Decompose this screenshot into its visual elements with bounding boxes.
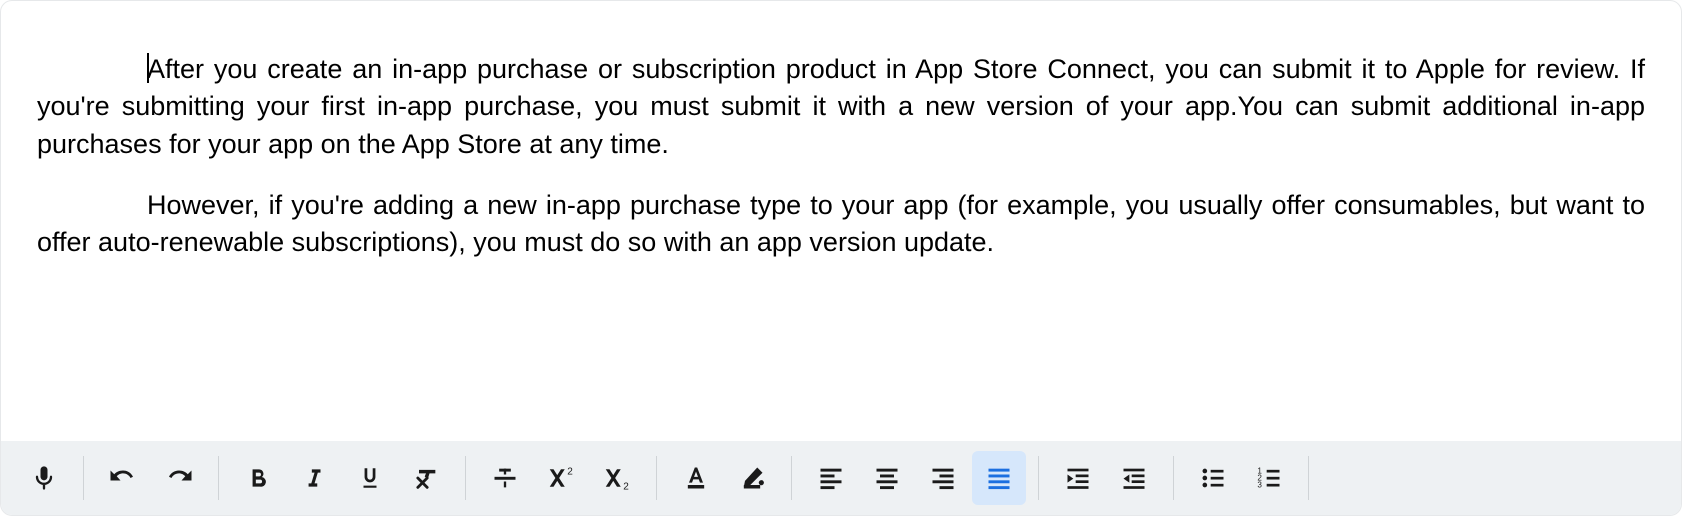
superscript-icon: 2 xyxy=(546,463,576,493)
underline-icon xyxy=(357,465,383,491)
align-right-icon xyxy=(929,464,957,492)
editor-toolbar: 2 2 xyxy=(1,441,1681,515)
paragraph-text: However, if you're adding a new in-app p… xyxy=(37,190,1645,257)
bold-button[interactable] xyxy=(231,451,285,505)
align-right-button[interactable] xyxy=(916,451,970,505)
highlight-icon xyxy=(738,464,766,492)
undo-button[interactable] xyxy=(96,451,150,505)
indent-decrease-button[interactable] xyxy=(1107,451,1161,505)
clear-format-button[interactable] xyxy=(399,451,453,505)
highlight-button[interactable] xyxy=(725,451,779,505)
align-justify-button[interactable] xyxy=(972,451,1026,505)
underline-button[interactable] xyxy=(343,451,397,505)
indent-increase-button[interactable] xyxy=(1051,451,1105,505)
superscript-button[interactable]: 2 xyxy=(534,451,588,505)
mic-button[interactable] xyxy=(17,451,71,505)
subscript-icon: 2 xyxy=(602,463,632,493)
indent-decrease-icon xyxy=(1120,464,1148,492)
mic-icon xyxy=(30,464,58,492)
subscript-button[interactable]: 2 xyxy=(590,451,644,505)
svg-text:2: 2 xyxy=(567,466,573,477)
svg-text:2: 2 xyxy=(623,481,629,492)
toolbar-group-list: 1 2 3 xyxy=(1174,451,1308,505)
editor-content[interactable]: After you create an in-app purchase or s… xyxy=(1,1,1681,441)
redo-icon xyxy=(164,463,194,493)
align-justify-icon xyxy=(985,464,1013,492)
align-left-icon xyxy=(817,464,845,492)
bullet-list-button[interactable] xyxy=(1186,451,1240,505)
italic-button[interactable] xyxy=(287,451,341,505)
rich-text-editor: After you create an in-app purchase or s… xyxy=(0,0,1682,516)
numbered-list-icon: 1 2 3 xyxy=(1255,464,1283,492)
toolbar-group-format xyxy=(219,451,465,505)
toolbar-group-color xyxy=(657,451,791,505)
clear-format-icon xyxy=(412,464,440,492)
toolbar-group-script: 2 2 xyxy=(466,451,656,505)
text-color-icon xyxy=(682,464,710,492)
toolbar-group-history xyxy=(84,451,218,505)
paragraph: After you create an in-app purchase or s… xyxy=(37,51,1645,163)
bullet-list-icon xyxy=(1199,464,1227,492)
toolbar-group-indent xyxy=(1039,451,1173,505)
svg-text:3: 3 xyxy=(1257,480,1262,489)
text-color-button[interactable] xyxy=(669,451,723,505)
strikethrough-button[interactable] xyxy=(478,451,532,505)
indent-increase-icon xyxy=(1064,464,1092,492)
toolbar-group-align xyxy=(792,451,1038,505)
numbered-list-button[interactable]: 1 2 3 xyxy=(1242,451,1296,505)
align-center-button[interactable] xyxy=(860,451,914,505)
paragraph-text: After you create an in-app purchase or s… xyxy=(37,54,1645,159)
align-left-button[interactable] xyxy=(804,451,858,505)
italic-icon xyxy=(301,465,327,491)
toolbar-group-voice xyxy=(5,451,83,505)
undo-icon xyxy=(108,463,138,493)
bold-icon xyxy=(245,465,271,491)
strikethrough-icon xyxy=(491,464,519,492)
paragraph: However, if you're adding a new in-app p… xyxy=(37,187,1645,262)
toolbar-divider xyxy=(1308,456,1309,500)
align-center-icon xyxy=(873,464,901,492)
redo-button[interactable] xyxy=(152,451,206,505)
